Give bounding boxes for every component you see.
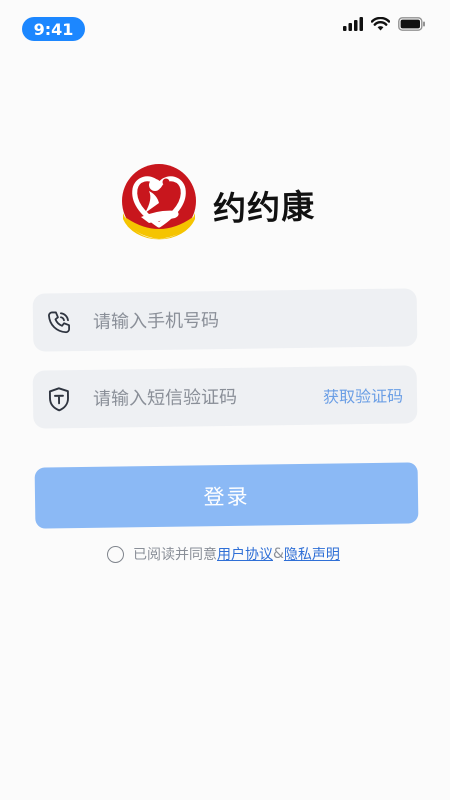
user-agreement-link[interactable]: 用户协议 xyxy=(217,544,273,564)
agreement-row: 已阅读并同意 用户协议 & 隐私声明 xyxy=(107,544,340,564)
agreement-prefix: 已阅读并同意 xyxy=(133,547,217,563)
brand-header: 约约康 xyxy=(119,161,316,249)
signal-icon xyxy=(343,16,363,35)
privacy-policy-link[interactable]: 隐私声明 xyxy=(284,544,340,564)
verification-code-field[interactable]: 获取验证码 xyxy=(32,365,418,429)
verification-code-input[interactable] xyxy=(92,385,304,410)
phone-field[interactable] xyxy=(32,288,418,352)
agreement-connector: & xyxy=(273,546,284,562)
wifi-icon xyxy=(370,16,391,35)
app-name: 约约康 xyxy=(212,186,316,229)
status-time: 9:41 xyxy=(22,17,85,41)
status-bar: 9:41 xyxy=(0,0,450,50)
get-code-button[interactable]: 获取验证码 xyxy=(323,383,403,408)
phone-input[interactable] xyxy=(92,308,304,333)
agreement-checkbox[interactable] xyxy=(107,545,124,563)
shield-icon xyxy=(45,385,73,413)
battery-icon xyxy=(398,16,426,35)
login-button[interactable]: 登录 xyxy=(34,462,419,529)
heart-hand-logo xyxy=(119,161,199,249)
login-screen: 9:41 约约康 请输入手机号码 请输入短信验证码 获取验证码 登录 已阅读并同… xyxy=(0,0,450,800)
status-icons xyxy=(343,15,426,35)
phone-icon xyxy=(45,308,73,336)
